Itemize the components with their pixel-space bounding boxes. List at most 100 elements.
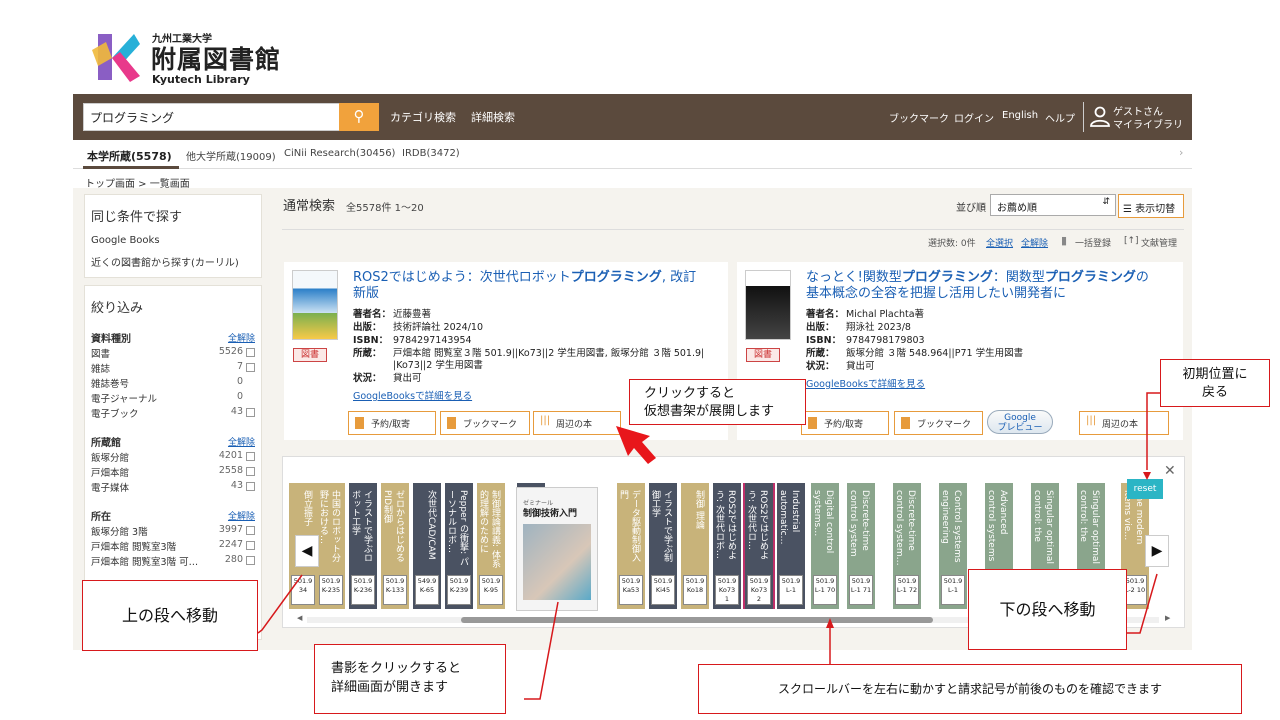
spine-title: 制御理論講義: 体系的理解のために bbox=[478, 490, 500, 568]
shelf-book-spine[interactable]: ゼロからはじめるPID制御 501.9 K-133 bbox=[381, 483, 409, 609]
advanced-search-link[interactable]: 詳細検索 bbox=[471, 109, 515, 125]
bookmark-button[interactable]: ブックマーク bbox=[440, 411, 530, 435]
close-icon[interactable]: ✕ bbox=[1164, 463, 1176, 479]
filter-item[interactable]: 電子ジャーナル 0 bbox=[91, 391, 257, 405]
reserve-icon bbox=[808, 417, 817, 429]
my-library-link[interactable]: マイライブラリ bbox=[1113, 116, 1183, 131]
filter-item[interactable]: 戸畑本館 2558 bbox=[91, 465, 257, 479]
filter-checkbox bbox=[246, 556, 255, 565]
source-tabs: 本学所蔵(5578) 他大学所蔵(19009) CiNii Research(3… bbox=[73, 141, 1192, 169]
shelf-book-spine[interactable]: Industrial automatic… 501.9 L-1 bbox=[777, 483, 805, 609]
google-books-detail-link[interactable]: GoogleBooksで詳細を見る bbox=[353, 388, 472, 402]
shelf-book-spine[interactable]: ROS2ではじめよう: 次世代ロボ… 501.9 Ko73 1 bbox=[713, 483, 741, 609]
sort-select[interactable]: お薦め順 ⇵ bbox=[990, 194, 1116, 216]
filter-item[interactable]: 図書 5526 bbox=[91, 346, 257, 360]
select-arrows-icon: ⇵ bbox=[1102, 197, 1110, 207]
bulk-register-link[interactable]: 一括登録 bbox=[1075, 236, 1111, 249]
shelf-book-spine[interactable]: Control systems engineering 501.9 L-1 bbox=[939, 483, 967, 609]
scroll-left-icon[interactable]: ◀ bbox=[297, 614, 302, 622]
book-cover[interactable] bbox=[292, 270, 338, 340]
shelf-book-spine[interactable]: 制御 理論 501.9 Ko18 bbox=[681, 483, 709, 609]
shelf-book-spine[interactable]: 次世代CAD/CAM 549.9 K-65 bbox=[413, 483, 441, 609]
select-all-link[interactable]: 全選択 bbox=[986, 236, 1013, 249]
shelf-book-spine[interactable]: ROS2ではじめよう: 次世代ロ… 501.9 Ko73 2 bbox=[743, 483, 775, 609]
shelf-book-spine[interactable]: イラストで学ぶ制御工学 501.9 Ki45 bbox=[649, 483, 677, 609]
shelf-book-spine[interactable]: 制御理論講義: 体系的理解のために 501.9 K-95 bbox=[477, 483, 505, 609]
bookmark-button[interactable]: ブックマーク bbox=[894, 411, 983, 435]
spine-title: 中国のロボット分野における… bbox=[318, 490, 340, 562]
shelf-book-spine[interactable]: Discrete-time control system… 501.9 L-1 7… bbox=[893, 483, 921, 609]
tab-cinii-research[interactable]: CiNii Research(30456) bbox=[284, 148, 395, 159]
shelf-icon: ||| bbox=[1086, 415, 1097, 426]
shelf-selected-cover[interactable]: ゼミナール 制御技術入門 bbox=[516, 487, 598, 611]
nearby-books-button[interactable]: ||| 周辺の本 bbox=[1079, 411, 1169, 435]
tab-other-universities[interactable]: 他大学所蔵(19009) bbox=[186, 148, 276, 163]
filter-item[interactable]: 戸畑本館 閲覧室3階 可… 280 bbox=[91, 554, 257, 568]
search-input[interactable]: プログラミング bbox=[83, 103, 340, 131]
login-link[interactable]: ログイン bbox=[954, 110, 994, 125]
callout-shelf-open: クリックすると 仮想書架が展開します bbox=[629, 379, 806, 425]
arrow-shelf-icon bbox=[616, 426, 656, 464]
nearby-books-button[interactable]: ||| 周辺の本 bbox=[533, 411, 621, 435]
english-link[interactable]: English bbox=[1002, 110, 1038, 121]
shelf-scroll-thumb[interactable] bbox=[461, 617, 933, 623]
view-toggle-button[interactable]: ☰ 表示切替 bbox=[1118, 194, 1184, 218]
book-cover[interactable] bbox=[745, 270, 791, 340]
book-title-link[interactable]: ROS2ではじめよう：次世代ロボットプログラミング, 改訂新版 bbox=[353, 270, 703, 302]
active-tab-indicator bbox=[83, 166, 179, 169]
spine-call-number: 501.9 L-1 bbox=[779, 575, 803, 605]
help-link[interactable]: ヘルプ bbox=[1045, 110, 1075, 125]
logo-name: 附属図書館 bbox=[151, 45, 282, 74]
book-status: 状況： 貸出可 bbox=[353, 373, 422, 384]
filter-clear-type[interactable]: 全解除 bbox=[228, 331, 255, 344]
google-books-link[interactable]: Google Books bbox=[91, 235, 160, 246]
tab-own-holdings[interactable]: 本学所蔵(5578) bbox=[87, 148, 172, 164]
filter-item[interactable]: 電子ブック 43 bbox=[91, 406, 257, 420]
reserve-button[interactable]: 予約/取寄 bbox=[801, 411, 889, 435]
callout-move-up: 上の段へ移動 bbox=[82, 580, 258, 651]
filter-item[interactable]: 戸畑本館 閲覧室3階 2247 bbox=[91, 539, 257, 553]
filter-item[interactable]: 雑誌巻号 0 bbox=[91, 376, 257, 390]
filter-clear-location[interactable]: 全解除 bbox=[228, 509, 255, 522]
filter-item[interactable]: 飯塚分館 3階 3997 bbox=[91, 524, 257, 538]
bookmark-link[interactable]: ブックマーク bbox=[889, 110, 949, 125]
filter-clear-library[interactable]: 全解除 bbox=[228, 435, 255, 448]
spine-title: イラストで学ぶ制御工学 bbox=[650, 490, 672, 562]
tabs-next-icon[interactable]: › bbox=[1179, 146, 1183, 159]
reserve-button[interactable]: 予約/取寄 bbox=[348, 411, 436, 435]
shelf-next-row-button[interactable]: ▶ bbox=[1145, 535, 1169, 567]
shelf-book-spine[interactable]: Digital control systems… 501.9 L-1 70 bbox=[811, 483, 839, 609]
filter-item[interactable]: 飯塚分館 4201 bbox=[91, 450, 257, 464]
shelf-reset-button[interactable]: reset bbox=[1127, 479, 1163, 499]
clear-all-link[interactable]: 全解除 bbox=[1021, 236, 1048, 249]
filter-checkbox bbox=[246, 467, 255, 476]
filter-item[interactable]: 雑誌 7 bbox=[91, 361, 257, 375]
filter-item[interactable]: 電子媒体 43 bbox=[91, 480, 257, 494]
shelf-prev-row-button[interactable]: ◀ bbox=[295, 535, 319, 567]
library-logo[interactable]: 九州工業大学 附属図書館 Kyutech Library bbox=[90, 28, 290, 88]
shelf-book-spine[interactable]: データ駆動制御入門 501.9 Ka53 bbox=[617, 483, 645, 609]
doc-manage-link[interactable]: 文献管理 bbox=[1141, 236, 1177, 249]
filter-checkbox bbox=[246, 363, 255, 372]
spine-title: 制御 理論 bbox=[694, 490, 704, 529]
search-button[interactable]: ⚲ bbox=[339, 103, 379, 131]
search-icon: ⚲ bbox=[353, 107, 365, 125]
book-title-link[interactable]: なっとく!関数型プログラミング：関数型プログラミングの基本概念の全容を把握し活用… bbox=[806, 270, 1156, 302]
header-divider bbox=[1083, 102, 1084, 132]
calil-link[interactable]: 近くの図書館から探す(カーリル) bbox=[91, 254, 239, 269]
filter-checkbox bbox=[246, 408, 255, 417]
google-books-detail-link[interactable]: GoogleBooksで詳細を見る bbox=[806, 376, 925, 390]
scroll-right-icon[interactable]: ▶ bbox=[1165, 614, 1170, 622]
shelf-book-spine[interactable]: イラストで学ぶロボット工学 501.9 K-236 bbox=[349, 483, 377, 609]
tab-irdb[interactable]: IRDB(3472) bbox=[402, 148, 460, 159]
shelf-book-spine[interactable]: 中国のロボット分野における… 501.9 K-235 bbox=[317, 483, 345, 609]
shelf-book-spine[interactable]: Discrete-time control system analysis an… bbox=[847, 483, 875, 609]
divider bbox=[282, 229, 1184, 230]
callout-reset: 初期位置に 戻る bbox=[1160, 359, 1270, 407]
list-icon: ☰ bbox=[1123, 204, 1136, 215]
google-preview-button[interactable]: Google プレビュー bbox=[987, 410, 1053, 434]
category-search-link[interactable]: カテゴリ検索 bbox=[390, 109, 456, 125]
user-icon[interactable] bbox=[1089, 105, 1111, 127]
spine-title: データ駆動制御入門 bbox=[618, 490, 640, 562]
shelf-book-spine[interactable]: Pepper の衝撃: パーソナルロボ… 501.9 K-239 bbox=[445, 483, 473, 609]
